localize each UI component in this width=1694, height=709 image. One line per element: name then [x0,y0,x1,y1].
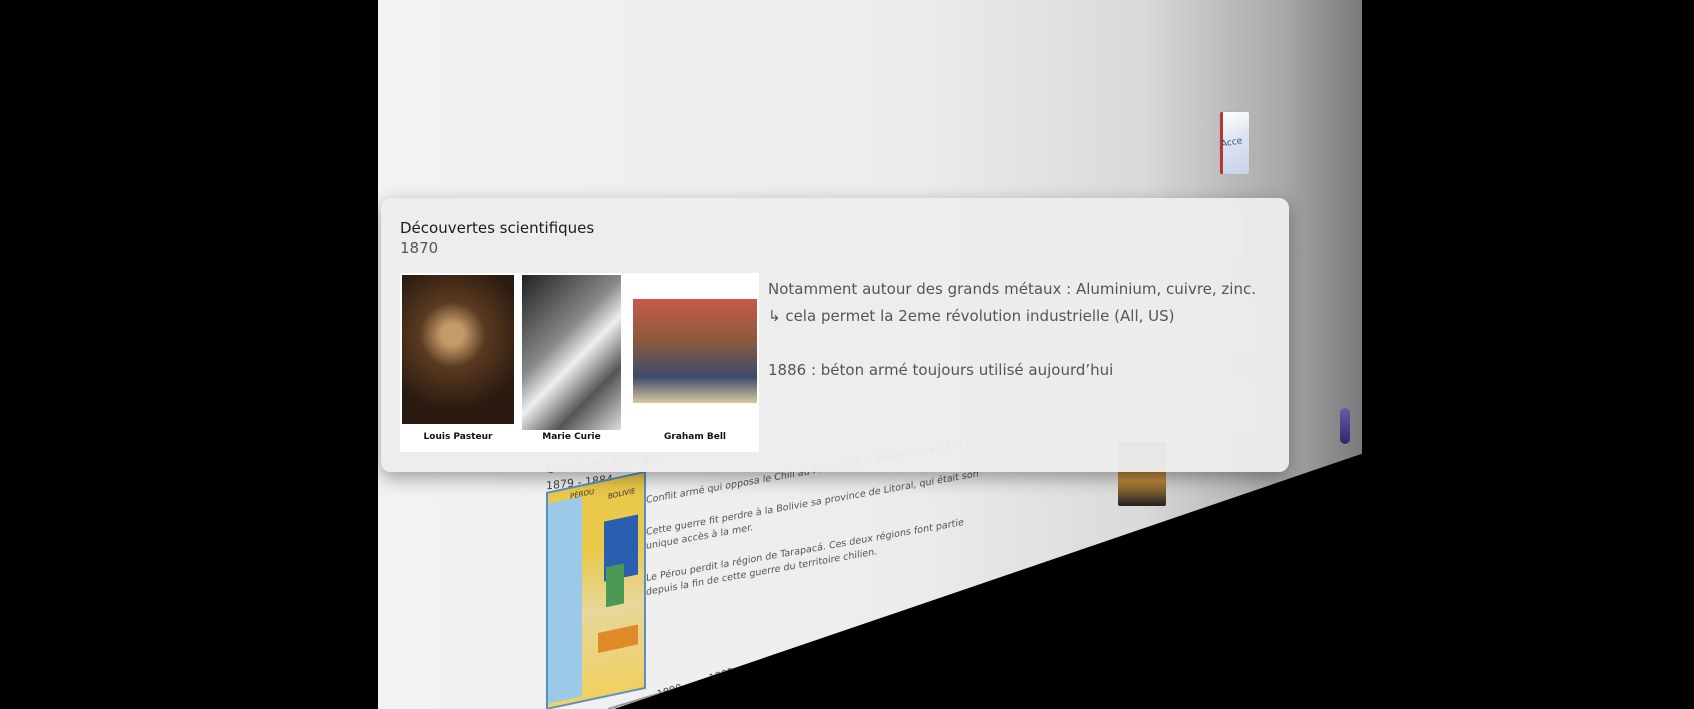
map-label-bolivia: BOLIVIE [608,486,636,501]
popup-year: 1870 [400,239,439,257]
tick-label: 1935 [1018,573,1046,592]
map-sea [548,496,582,704]
map-region [598,624,638,653]
tick-label: 1900 [758,652,786,671]
tick-label: 1945 [1072,556,1100,575]
tick-label: 1930 [988,582,1016,601]
tick-label: 1925 [956,592,984,611]
popup-title: Découvertes scientifiques [400,219,595,237]
tick-label: 1940 [1046,564,1074,583]
tick-label: 1905 [804,638,832,657]
globe-icon [1340,408,1350,444]
tick-label: 1915 [886,613,914,632]
photo-caption: Graham Bell [663,432,727,442]
tick-label: 1895 [708,666,736,685]
event-map-image[interactable]: PÉROU BOLIVIE [546,470,646,709]
tick-label: 1910 [846,625,874,644]
popup-description: Notamment autour des grands métaux : Alu… [768,276,1268,384]
map-region [606,563,624,608]
portrait-image [633,299,757,403]
photo-caption: Marie Curie [542,432,601,442]
tick-label: 1920 [922,602,950,621]
description-line: 1886 : béton armé toujours utilisé aujou… [768,361,1114,379]
event-detail-popup[interactable]: Découvertes scientifiques 1870 Louis Pas… [381,198,1289,472]
scientists-photo[interactable]: Louis Pasteur Marie Curie Graham Bell [400,273,759,452]
description-line: Notamment autour des grands métaux : Alu… [768,280,1256,298]
description-line: ↳ cela permet la 2eme révolution industr… [768,307,1175,325]
portrait-image [522,275,621,430]
portrait-image [402,275,514,424]
tick-label: 1890 [656,682,684,701]
map-label-peru: PÉROU [570,487,595,501]
photo-caption: Louis Pasteur [423,432,493,442]
tick-label: 1950 [1096,548,1124,567]
